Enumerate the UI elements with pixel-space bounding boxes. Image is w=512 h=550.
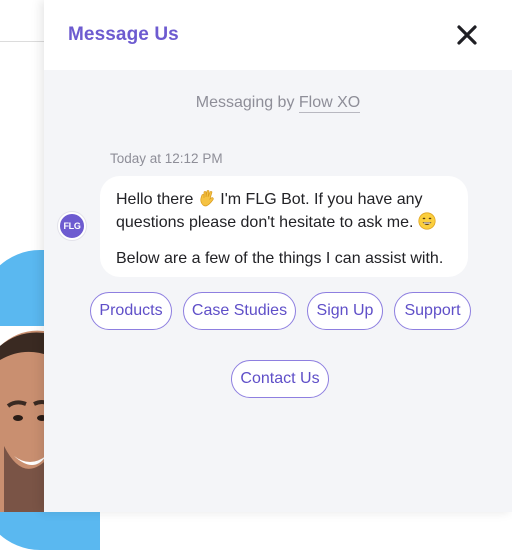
quick-reply-support[interactable]: Support xyxy=(394,292,471,330)
message-timestamp: Today at 12:12 PM xyxy=(110,151,223,166)
branding-prefix: Messaging by xyxy=(195,94,299,111)
quick-reply-contact-us[interactable]: Contact Us xyxy=(231,360,329,398)
close-button[interactable] xyxy=(452,20,482,50)
chat-panel: Message Us Messaging by Flow XO Today at… xyxy=(44,0,512,512)
bot-avatar: FLG xyxy=(58,212,86,240)
quick-reply-sign-up[interactable]: Sign Up xyxy=(307,292,383,330)
background-divider xyxy=(0,41,50,42)
close-icon xyxy=(457,25,477,45)
quick-reply-products[interactable]: Products xyxy=(90,292,172,330)
quick-reply-case-studies[interactable]: Case Studies xyxy=(183,292,296,330)
chat-title: Message Us xyxy=(68,24,179,45)
person-photo xyxy=(0,326,50,512)
branding-text: Messaging by Flow XO xyxy=(44,94,512,113)
waving-hand-icon xyxy=(200,190,214,207)
chat-header: Message Us xyxy=(44,0,512,70)
message-paragraph-1: Hello there I'm FLG Bot. If you have any… xyxy=(116,188,452,234)
bot-message-bubble: Hello there I'm FLG Bot. If you have any… xyxy=(100,176,468,277)
grinning-face-icon xyxy=(418,212,436,230)
brand-link[interactable]: Flow XO xyxy=(298,94,361,113)
message-paragraph-2: Below are a few of the things I can assi… xyxy=(116,250,444,267)
message-text-1a: Hello there xyxy=(116,191,198,208)
